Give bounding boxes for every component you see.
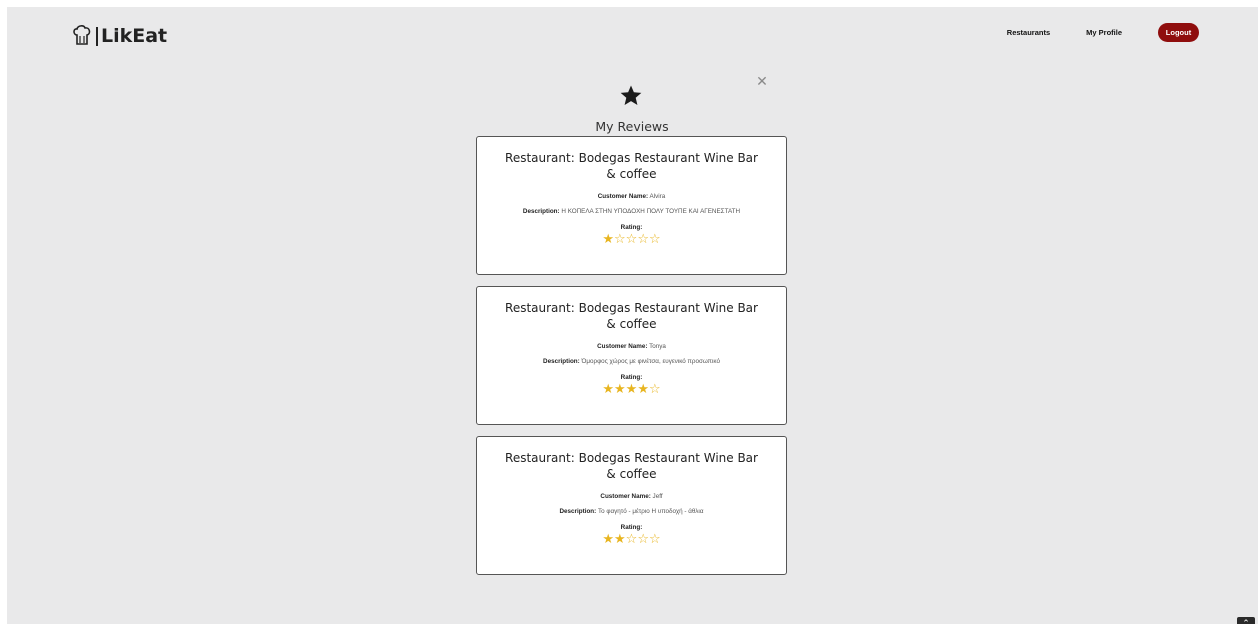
- review-card: Restaurant: Bodegas Restaurant Wine Bar …: [476, 136, 787, 275]
- app-background: LikEat Restaurants My Profile Logout ✕ M…: [7, 7, 1258, 624]
- rating-label: Rating:: [620, 524, 643, 531]
- restaurant-prefix: Restaurant:: [505, 451, 575, 465]
- review-description-value: Όμορφος χώρος με φινέτσα, ευγενικό προσω…: [581, 358, 720, 365]
- restaurant-prefix: Restaurant:: [505, 151, 575, 165]
- restaurant-name: Bodegas Restaurant Wine Bar & coffee: [578, 451, 758, 481]
- star-empty-icon: ☆: [648, 532, 661, 547]
- rating-label: Rating:: [620, 224, 643, 231]
- customer-name: Customer Name: Jeff: [477, 493, 786, 500]
- customer-name: Customer Name: Alvira: [477, 193, 786, 200]
- star-filled-icon: ★: [637, 382, 649, 397]
- star-filled-icon: ★: [625, 382, 638, 397]
- nav-my-profile-link[interactable]: My Profile: [1086, 28, 1122, 37]
- brand-logo[interactable]: LikEat: [72, 25, 167, 47]
- rating-stars: ★ ★ ★ ★ ☆: [477, 383, 786, 396]
- review-description-value: Το φαγητό - μέτριο Η υποδοχή - άθλια: [598, 508, 704, 515]
- chef-hat-icon: [73, 25, 91, 45]
- nav-restaurants-link[interactable]: Restaurants: [1007, 28, 1050, 37]
- top-nav: Restaurants My Profile Logout: [1007, 23, 1199, 42]
- star-empty-icon: ☆: [637, 232, 649, 247]
- restaurant-prefix: Restaurant:: [505, 301, 575, 315]
- customer-name-value: Alvira: [649, 193, 666, 200]
- star-filled-icon: ★: [614, 382, 626, 397]
- review-card: Restaurant: Bodegas Restaurant Wine Bar …: [476, 286, 787, 425]
- review-restaurant-title: Restaurant: Bodegas Restaurant Wine Bar …: [502, 151, 762, 182]
- customer-name: Customer Name: Tonya: [477, 343, 786, 350]
- star-filled-icon: ★: [602, 532, 615, 547]
- customer-name-label: Customer Name:: [600, 493, 651, 500]
- review-card: Restaurant: Bodegas Restaurant Wine Bar …: [476, 436, 787, 575]
- star-empty-icon: ☆: [637, 532, 649, 547]
- rating-stars: ★ ★ ☆ ☆ ☆: [477, 533, 786, 546]
- star-empty-icon: ☆: [648, 232, 661, 247]
- rating-label: Rating:: [620, 374, 643, 381]
- review-description: Description: Όμορφος χώρος με φινέτσα, ε…: [477, 358, 786, 365]
- star-empty-icon: ☆: [648, 382, 661, 397]
- star-filled-icon: ★: [602, 382, 615, 397]
- customer-name-value: Tonya: [649, 343, 666, 350]
- star-empty-icon: ☆: [614, 232, 626, 247]
- brand-separator: [96, 26, 98, 46]
- star-filled-icon: ★: [602, 232, 615, 247]
- restaurant-name: Bodegas Restaurant Wine Bar & coffee: [578, 151, 758, 181]
- review-description-label: Description:: [559, 508, 597, 515]
- review-restaurant-title: Restaurant: Bodegas Restaurant Wine Bar …: [502, 301, 762, 332]
- star-empty-icon: ☆: [625, 532, 638, 547]
- restaurant-name: Bodegas Restaurant Wine Bar & coffee: [578, 301, 758, 331]
- star-empty-icon: ☆: [625, 232, 638, 247]
- chevron-up-icon[interactable]: ⌃: [1237, 617, 1255, 624]
- brand-name: LikEat: [101, 25, 168, 47]
- logout-button[interactable]: Logout: [1158, 23, 1199, 42]
- review-description-value: Η ΚΟΠΕΛΑ ΣΤΗΝ ΥΠΟΔΟΧΗ ΠΟΛΥ ΤΟΥΠΕ ΚΑΙ ΑΓΕ…: [561, 208, 741, 215]
- customer-name-label: Customer Name:: [597, 193, 649, 200]
- review-description: Description: Η ΚΟΠΕΛΑ ΣΤΗΝ ΥΠΟΔΟΧΗ ΠΟΛΥ …: [477, 208, 786, 215]
- review-description: Description: Το φαγητό - μέτριο Η υποδοχ…: [477, 508, 786, 515]
- customer-name-value: Jeff: [652, 493, 663, 500]
- customer-name-label: Customer Name:: [597, 343, 648, 350]
- close-icon[interactable]: ✕: [754, 74, 770, 90]
- star-filled-icon: ★: [614, 532, 626, 547]
- review-description-label: Description:: [522, 208, 560, 215]
- star-icon: [620, 85, 642, 105]
- rating-stars: ★ ☆ ☆ ☆ ☆: [477, 233, 786, 246]
- modal-title: My Reviews: [595, 119, 669, 134]
- review-restaurant-title: Restaurant: Bodegas Restaurant Wine Bar …: [502, 451, 762, 482]
- review-description-label: Description:: [543, 358, 580, 365]
